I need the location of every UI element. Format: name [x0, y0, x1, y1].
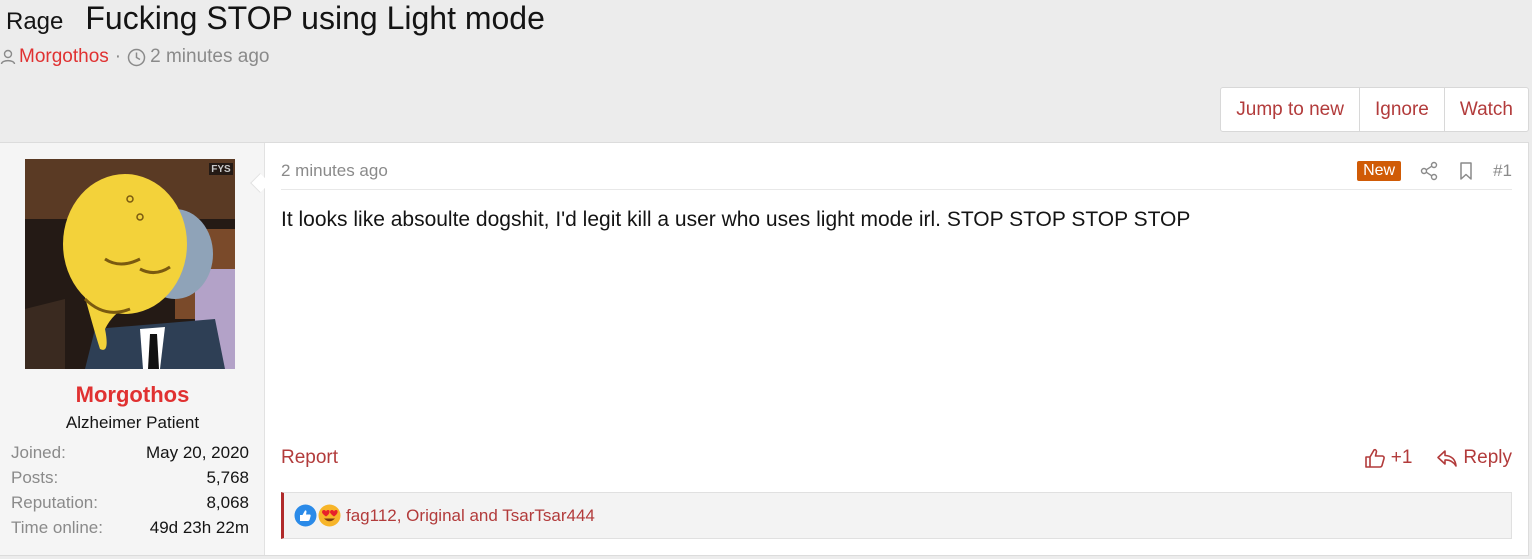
love-reaction-icon: [318, 504, 341, 527]
avatar[interactable]: FYS: [25, 159, 235, 369]
clock-icon: [127, 48, 146, 67]
reactions-names[interactable]: fag112, Original and TsarTsar444: [346, 506, 595, 526]
thread-action-buttons: Jump to new Ignore Watch: [1220, 87, 1529, 132]
stat-label: Reputation:: [11, 493, 98, 512]
share-icon[interactable]: [1419, 161, 1439, 181]
user-title: Alzheimer Patient: [65, 413, 200, 432]
stat-label: Time online:: [11, 518, 103, 537]
post-user-cell: FYS Morgothos Alzheimer Patient Joined: …: [0, 143, 265, 555]
user-stats: Joined: May 20, 2020 Posts: 5,768 Reputa…: [11, 440, 249, 540]
bookmark-icon[interactable]: [1456, 161, 1476, 181]
user-icon: [0, 49, 16, 65]
jump-to-new-button[interactable]: Jump to new: [1221, 88, 1359, 131]
post-username[interactable]: Morgothos: [0, 382, 265, 408]
stat-label: Joined:: [11, 443, 66, 462]
reply-icon: [1437, 450, 1458, 467]
report-link[interactable]: Report: [281, 447, 338, 469]
stat-posts: Posts: 5,768: [11, 465, 249, 490]
like-button[interactable]: +1: [1364, 447, 1413, 469]
post-number-link[interactable]: #1: [1493, 161, 1512, 181]
post-content: 2 minutes ago New #1 It looks like absou…: [281, 143, 1512, 555]
stat-joined: Joined: May 20, 2020: [11, 440, 249, 465]
thumbs-up-icon: [1364, 448, 1385, 468]
thread-title: Rage Fucking STOP using Light mode: [6, 0, 545, 37]
post-date[interactable]: 2 minutes ago: [281, 161, 388, 181]
thread-time[interactable]: 2 minutes ago: [150, 46, 269, 68]
thread-prefix[interactable]: Rage: [6, 8, 63, 36]
stat-time-online: Time online: 49d 23h 22m: [11, 515, 249, 540]
stat-value[interactable]: 5,768: [206, 465, 249, 490]
post-header-actions: New #1: [1357, 161, 1512, 181]
post-body: It looks like absoulte dogshit, I'd legi…: [281, 208, 1191, 231]
post-footer: Report +1 Reply: [281, 443, 1512, 473]
watch-button[interactable]: Watch: [1443, 88, 1528, 131]
meta-separator: ·: [114, 46, 122, 67]
post-header: 2 minutes ago New #1: [281, 157, 1512, 190]
post-footer-actions: +1 Reply: [1364, 447, 1512, 469]
thread-author-link[interactable]: Morgothos: [19, 46, 109, 68]
stat-value: 8,068: [206, 493, 249, 512]
post: FYS Morgothos Alzheimer Patient Joined: …: [0, 142, 1529, 556]
new-badge: New: [1357, 161, 1402, 181]
thread-title-text: Fucking STOP using Light mode: [85, 0, 545, 36]
reactions-bar[interactable]: fag112, Original and TsarTsar444: [281, 492, 1512, 539]
stat-value: May 20, 2020: [145, 443, 249, 462]
reply-button[interactable]: Reply: [1436, 447, 1512, 469]
like-count: +1: [1390, 447, 1413, 468]
ignore-button[interactable]: Ignore: [1358, 88, 1444, 131]
like-reaction-icon: [294, 504, 317, 527]
avatar-watermark: FYS: [211, 164, 231, 175]
stat-label: Posts:: [11, 468, 59, 487]
reply-label: Reply: [1463, 447, 1512, 468]
thread-meta: Morgothos · 2 minutes ago: [0, 46, 269, 68]
stat-value: 49d 23h 22m: [149, 518, 249, 537]
stat-reputation: Reputation: 8,068: [11, 490, 249, 515]
